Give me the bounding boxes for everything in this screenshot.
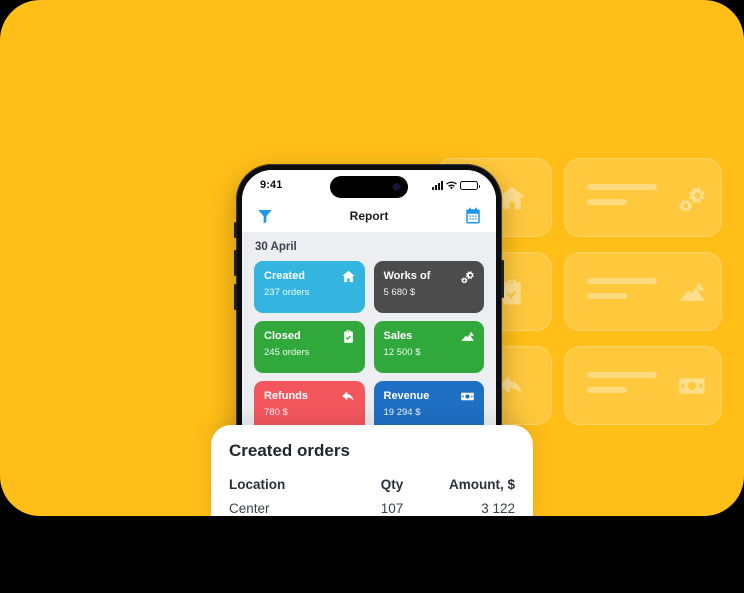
banknote-icon bbox=[677, 371, 707, 401]
cell-amount: 3 122 bbox=[481, 501, 515, 516]
created-orders-table: Location Qty Amount, $ Center 107 3 122 bbox=[229, 475, 515, 516]
cell-location: Center bbox=[229, 501, 270, 516]
metric-card-created[interactable]: Created 237 orders bbox=[254, 261, 365, 313]
volume-up-button[interactable] bbox=[234, 250, 237, 276]
metric-grid: Created 237 orders Works of 5 680 $ Clos… bbox=[254, 261, 484, 433]
hero-panel: 9:41 Report 30 April Created 237 orders … bbox=[0, 0, 744, 516]
reply-arrow-icon bbox=[341, 389, 356, 404]
ghost-text-line bbox=[587, 372, 657, 378]
ghost-card-column-right bbox=[564, 158, 722, 440]
ghost-text-line bbox=[587, 293, 627, 299]
metric-card-sales[interactable]: Sales 12 500 $ bbox=[373, 321, 484, 373]
metric-value: 237 orders bbox=[264, 286, 310, 298]
calendar-icon[interactable] bbox=[464, 207, 482, 225]
dynamic-island bbox=[330, 176, 408, 198]
metric-value: 19 294 $ bbox=[383, 406, 421, 418]
metric-card-closed[interactable]: Closed 245 orders bbox=[254, 321, 365, 373]
status-indicators bbox=[432, 180, 480, 190]
ghost-card bbox=[564, 158, 722, 237]
column-header-location: Location bbox=[229, 477, 286, 492]
battery-full-icon bbox=[460, 180, 480, 190]
clipboard-check-icon bbox=[341, 329, 356, 344]
home-icon bbox=[341, 269, 356, 284]
page-title: Report bbox=[349, 209, 389, 223]
metric-card-works-of[interactable]: Works of 5 680 $ bbox=[373, 261, 484, 313]
bottom-sheet-title: Created orders bbox=[229, 441, 350, 460]
filter-funnel-icon[interactable] bbox=[256, 207, 274, 225]
ghost-card bbox=[564, 252, 722, 331]
ghost-text-line bbox=[587, 199, 627, 205]
ghost-text-line bbox=[587, 278, 657, 284]
table-row[interactable]: Center 107 3 122 bbox=[229, 499, 515, 516]
status-bar: 9:41 bbox=[242, 170, 496, 200]
status-time: 9:41 bbox=[260, 179, 283, 191]
volume-down-button[interactable] bbox=[234, 284, 237, 310]
column-header-qty: Qty bbox=[380, 477, 404, 492]
chart-area-icon bbox=[677, 277, 707, 307]
ghost-card bbox=[564, 346, 722, 425]
cell-qty: 107 bbox=[380, 501, 404, 516]
date-label: 30 April bbox=[255, 241, 297, 253]
ghost-text-line bbox=[587, 387, 627, 393]
wifi-icon bbox=[446, 181, 457, 190]
cellular-bars-icon bbox=[432, 180, 443, 190]
metric-value: 245 orders bbox=[264, 346, 310, 358]
gears-icon bbox=[677, 183, 707, 213]
table-header-row: Location Qty Amount, $ bbox=[229, 475, 515, 499]
bottom-sheet: Created orders Location Qty Amount, $ Ce… bbox=[211, 425, 533, 516]
banknote-icon bbox=[460, 389, 475, 404]
metric-value: 12 500 $ bbox=[383, 346, 421, 358]
chart-area-icon bbox=[460, 329, 475, 344]
metric-value: 780 $ bbox=[264, 406, 288, 418]
gears-icon bbox=[460, 269, 475, 284]
silent-switch[interactable] bbox=[234, 222, 237, 238]
power-button[interactable] bbox=[501, 260, 504, 298]
front-camera-icon bbox=[393, 183, 400, 191]
column-header-amount: Amount, $ bbox=[449, 477, 515, 492]
ghost-text-line bbox=[587, 184, 657, 190]
metric-value: 5 680 $ bbox=[383, 286, 416, 298]
nav-bar: Report bbox=[242, 200, 496, 232]
